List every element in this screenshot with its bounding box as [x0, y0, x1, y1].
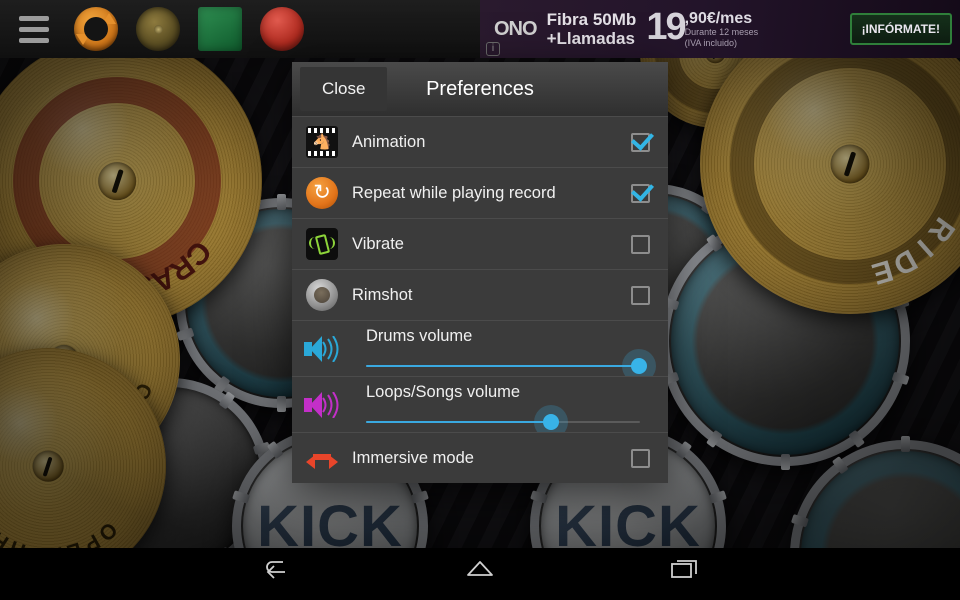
speaker-cyan-icon [304, 334, 339, 364]
immersive-mode-checkbox[interactable] [631, 448, 650, 468]
speaker-waves [322, 336, 339, 362]
preference-row-rimshot[interactable]: Rimshot [292, 269, 668, 320]
drum-lug [891, 371, 910, 386]
drum-lug [529, 490, 548, 504]
ad-headline-line1: Fibra 50Mb [546, 9, 637, 29]
open-hh-label-arc: OPEN HH [0, 348, 166, 548]
menu-line [19, 26, 49, 32]
vibrate-phone-icon [306, 228, 338, 260]
ad-price-decimal: ,90€/mes [684, 9, 753, 27]
speaker-waves [322, 392, 339, 418]
dialog-header: Close Preferences [292, 62, 668, 116]
rimshot-ring-icon [306, 279, 338, 311]
ad-info-icon[interactable]: i [486, 42, 500, 56]
app-toolbar [0, 0, 480, 58]
preference-label: Animation [352, 132, 426, 151]
drums-volume-slider[interactable] [366, 356, 650, 376]
preference-row-immersive-mode[interactable]: Immersive mode [292, 432, 668, 483]
horse-glyph: 🐴 [312, 133, 332, 151]
vibrate-wave-right [329, 237, 335, 249]
ride-label-arc: RIDE [700, 48, 960, 314]
preference-row-drums-volume[interactable]: Drums volume [292, 320, 668, 376]
loop-arrow-right [102, 13, 116, 24]
ad-price-detail: ,90€/mes Durante 12 meses (IVA incluido) [685, 9, 759, 50]
hamburger-menu-icon[interactable] [12, 7, 56, 51]
ad-headline: Fibra 50Mb +Llamadas [547, 10, 637, 48]
ad-price-integer: 19 [646, 5, 686, 48]
preference-label: Repeat while playing record [352, 183, 556, 202]
loop-arrow-left [76, 34, 90, 45]
phone-body [314, 233, 330, 255]
drum-lug [708, 490, 727, 504]
back-icon[interactable] [254, 556, 298, 592]
vibrate-checkbox[interactable] [631, 234, 650, 254]
openhh-label-char [31, 541, 41, 548]
menu-line [19, 15, 49, 21]
double-arrow-icon [306, 442, 338, 474]
preferences-dialog: Close Preferences 🐴 Animation Repeat whi… [292, 62, 668, 483]
preference-label: Vibrate [352, 234, 404, 253]
drum-lug [410, 490, 429, 504]
recents-icon[interactable] [662, 556, 706, 592]
ad-cta-button[interactable]: ¡INFÓRMATE! [849, 13, 952, 45]
rimshot-checkbox[interactable] [631, 285, 650, 305]
drums-volume-label: Drums volume [366, 327, 473, 345]
preference-label: Rimshot [352, 285, 413, 304]
app-screen: KICK KICK FLOOR RIDE [0, 0, 960, 600]
preference-row-vibrate[interactable]: Vibrate [292, 218, 668, 269]
ad-price-block: 19 ,90€/mes Durante 12 meses (IVA inclui… [646, 5, 759, 50]
drum-lug [218, 391, 235, 410]
preference-label: Immersive mode [352, 448, 474, 467]
metronome-knob-icon[interactable] [136, 7, 180, 51]
loops-volume-label: Loops/Songs volume [366, 383, 521, 401]
film-perforations-bottom [308, 151, 336, 156]
menu-line [19, 37, 49, 43]
ad-brand-logo: ONO [494, 17, 538, 40]
repeat-icon [306, 177, 338, 209]
drum-lug [231, 490, 250, 504]
drum-pad-ride-cymbal[interactable]: RIDE [700, 48, 960, 314]
arrow-shaft [313, 454, 331, 460]
drum-lug [276, 194, 286, 210]
ad-banner[interactable]: i ONO Fibra 50Mb +Llamadas 19 ,90€/mes D… [480, 0, 960, 58]
top-bar: i ONO Fibra 50Mb +Llamadas 19 ,90€/mes D… [0, 0, 960, 58]
close-button[interactable]: Close [300, 67, 388, 111]
drum-lug [276, 396, 286, 412]
drum-pad-open-hihat[interactable]: OPEN HH [0, 348, 166, 548]
loop-repeat-icon[interactable] [74, 7, 118, 51]
animation-checkbox[interactable] [631, 132, 650, 152]
drum-lug [674, 440, 692, 460]
drum-lug [266, 440, 284, 460]
film-perforations-top [308, 128, 336, 133]
ad-fine-print-1: Durante 12 meses [684, 26, 759, 37]
floor-tom-label-arc: FLOOR [790, 440, 960, 548]
slider-fill [366, 421, 551, 423]
home-icon[interactable] [458, 556, 502, 592]
slider-fill [366, 365, 639, 367]
slider-thumb[interactable] [630, 358, 647, 374]
preference-row-loops-volume[interactable]: Loops/Songs volume [292, 376, 668, 432]
slider-thumb[interactable] [542, 414, 559, 430]
vibrate-wave-left [309, 237, 315, 249]
drum-pad-floor-tom[interactable]: FLOOR [790, 436, 960, 548]
preference-row-animation[interactable]: 🐴 Animation [292, 116, 668, 167]
drum-lug [780, 454, 790, 470]
repeat-checkbox[interactable] [631, 183, 650, 203]
preference-row-repeat[interactable]: Repeat while playing record [292, 167, 668, 218]
openhh-label-char: N [46, 541, 64, 548]
record-circle-icon[interactable] [260, 7, 304, 51]
film-strip-icon: 🐴 [306, 126, 338, 158]
ad-headline-line2: +Llamadas [546, 29, 635, 48]
android-navigation-bar [0, 548, 960, 600]
play-square-icon[interactable] [198, 7, 242, 51]
ad-fine-print-2: (IVA incluido) [684, 38, 737, 48]
speaker-magenta-icon [304, 390, 339, 420]
loops-volume-slider[interactable] [366, 412, 650, 432]
